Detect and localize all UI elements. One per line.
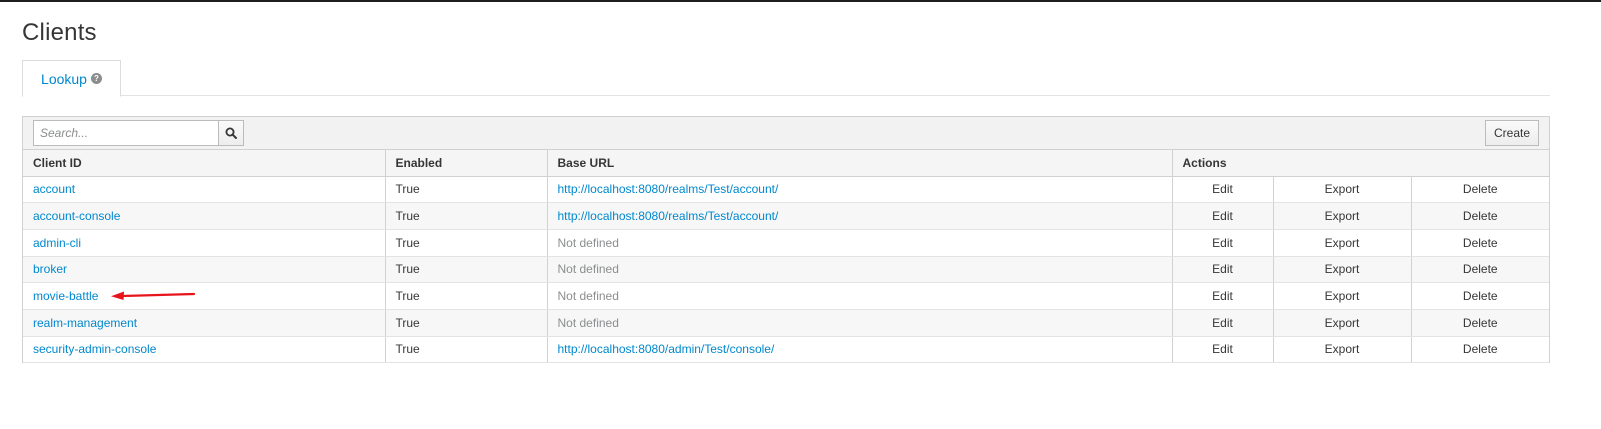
client-id-link[interactable]: admin-cli [33,236,81,250]
base-url-empty: Not defined [557,289,619,304]
base-url-cell: http://localhost:8080/realms/Test/accoun… [547,202,1173,230]
enabled-cell: True [385,229,548,257]
column-header-client-id: Client ID [23,150,386,177]
base-url-empty: Not defined [557,235,619,250]
base-url-cell: http://localhost:8080/admin/Test/console… [547,336,1173,364]
help-icon[interactable]: ? [90,73,102,84]
column-header-actions: Actions [1172,150,1550,177]
client-id-cell: movie-battle [23,282,386,310]
tab-lookup-label: Lookup [41,70,87,87]
enabled-cell: True [385,202,548,230]
edit-button[interactable]: Edit [1172,282,1274,310]
clients-panel: Create Client ID Enabled Base URL Action… [22,116,1550,364]
table-row: account True http://localhost:8080/realms/… [23,176,1550,204]
enabled-cell: True [385,336,548,364]
base-url-cell: http://localhost:8080/realms/Test/accoun… [547,176,1173,204]
base-url-link[interactable]: http://localhost:8080/admin/Test/console… [558,342,775,356]
delete-button[interactable]: Delete [1411,282,1550,310]
table-row: broker True Not defined Edit Export Delete [23,256,1550,284]
base-url-link[interactable]: http://localhost:8080/realms/Test/accoun… [558,182,779,196]
base-url-cell: Not defined [547,229,1173,257]
client-id-cell: broker [23,256,386,284]
search-button[interactable] [218,120,244,146]
search-input[interactable] [33,120,219,146]
export-button[interactable]: Export [1273,256,1412,284]
client-id-cell: security-admin-console [23,336,386,364]
table-row: movie-battle True Not defined Edit Export Del… [23,282,1550,310]
delete-button[interactable]: Delete [1411,336,1550,364]
base-url-cell: Not defined [547,256,1173,284]
search-icon [225,127,237,139]
top-border [0,0,1601,2]
edit-button[interactable]: Edit [1172,229,1274,257]
enabled-cell: True [385,309,548,337]
edit-button[interactable]: Edit [1172,176,1274,204]
table-header-row: Client ID Enabled Base URL Actions [23,150,1550,177]
table-row: admin-cli True Not defined Edit Export Delete [23,229,1550,257]
export-button[interactable]: Export [1273,176,1412,204]
client-id-cell: account-console [23,202,386,230]
create-button[interactable]: Create [1485,120,1539,146]
clients-table: Client ID Enabled Base URL Actions accou… [23,150,1550,364]
edit-button[interactable]: Edit [1172,309,1274,337]
delete-button[interactable]: Delete [1411,256,1550,284]
enabled-cell: True [385,176,548,204]
edit-button[interactable]: Edit [1172,202,1274,230]
edit-button[interactable]: Edit [1172,336,1274,364]
enabled-cell: True [385,282,548,310]
tab-lookup[interactable]: Lookup ? [22,60,121,97]
column-header-base-url: Base URL [547,150,1173,177]
export-button[interactable]: Export [1273,336,1412,364]
client-id-link[interactable]: realm-management [33,316,137,330]
column-header-enabled: Enabled [385,150,548,177]
tab-bar: Lookup ? [22,60,1550,97]
delete-button[interactable]: Delete [1411,202,1550,230]
base-url-cell: Not defined [547,282,1173,310]
table-toolbar: Create [23,117,1549,150]
client-id-link[interactable]: security-admin-console [33,342,156,356]
client-id-cell: admin-cli [23,229,386,257]
delete-button[interactable]: Delete [1411,309,1550,337]
table-body: account True http://localhost:8080/realms/… [23,176,1550,364]
table-row: account-console True http://localhost:8080… [23,202,1550,230]
base-url-link[interactable]: http://localhost:8080/realms/Test/accoun… [558,209,779,223]
client-id-link[interactable]: account-console [33,209,120,223]
base-url-empty: Not defined [557,315,619,330]
base-url-empty: Not defined [557,262,619,277]
delete-button[interactable]: Delete [1411,176,1550,204]
client-id-cell: account [23,176,386,204]
client-id-cell: realm-management [23,309,386,337]
table-row: security-admin-console True http://localho… [23,336,1550,364]
page-title: Clients [22,19,97,46]
export-button[interactable]: Export [1273,309,1412,337]
enabled-cell: True [385,256,548,284]
client-id-link[interactable]: movie-battle [33,289,98,303]
edit-button[interactable]: Edit [1172,256,1274,284]
table-row: realm-management True Not defined Edit Expor… [23,309,1550,337]
delete-button[interactable]: Delete [1411,229,1550,257]
client-id-link[interactable]: account [33,182,75,196]
export-button[interactable]: Export [1273,202,1412,230]
base-url-cell: Not defined [547,309,1173,337]
export-button[interactable]: Export [1273,282,1412,310]
export-button[interactable]: Export [1273,229,1412,257]
client-id-link[interactable]: broker [33,262,67,276]
